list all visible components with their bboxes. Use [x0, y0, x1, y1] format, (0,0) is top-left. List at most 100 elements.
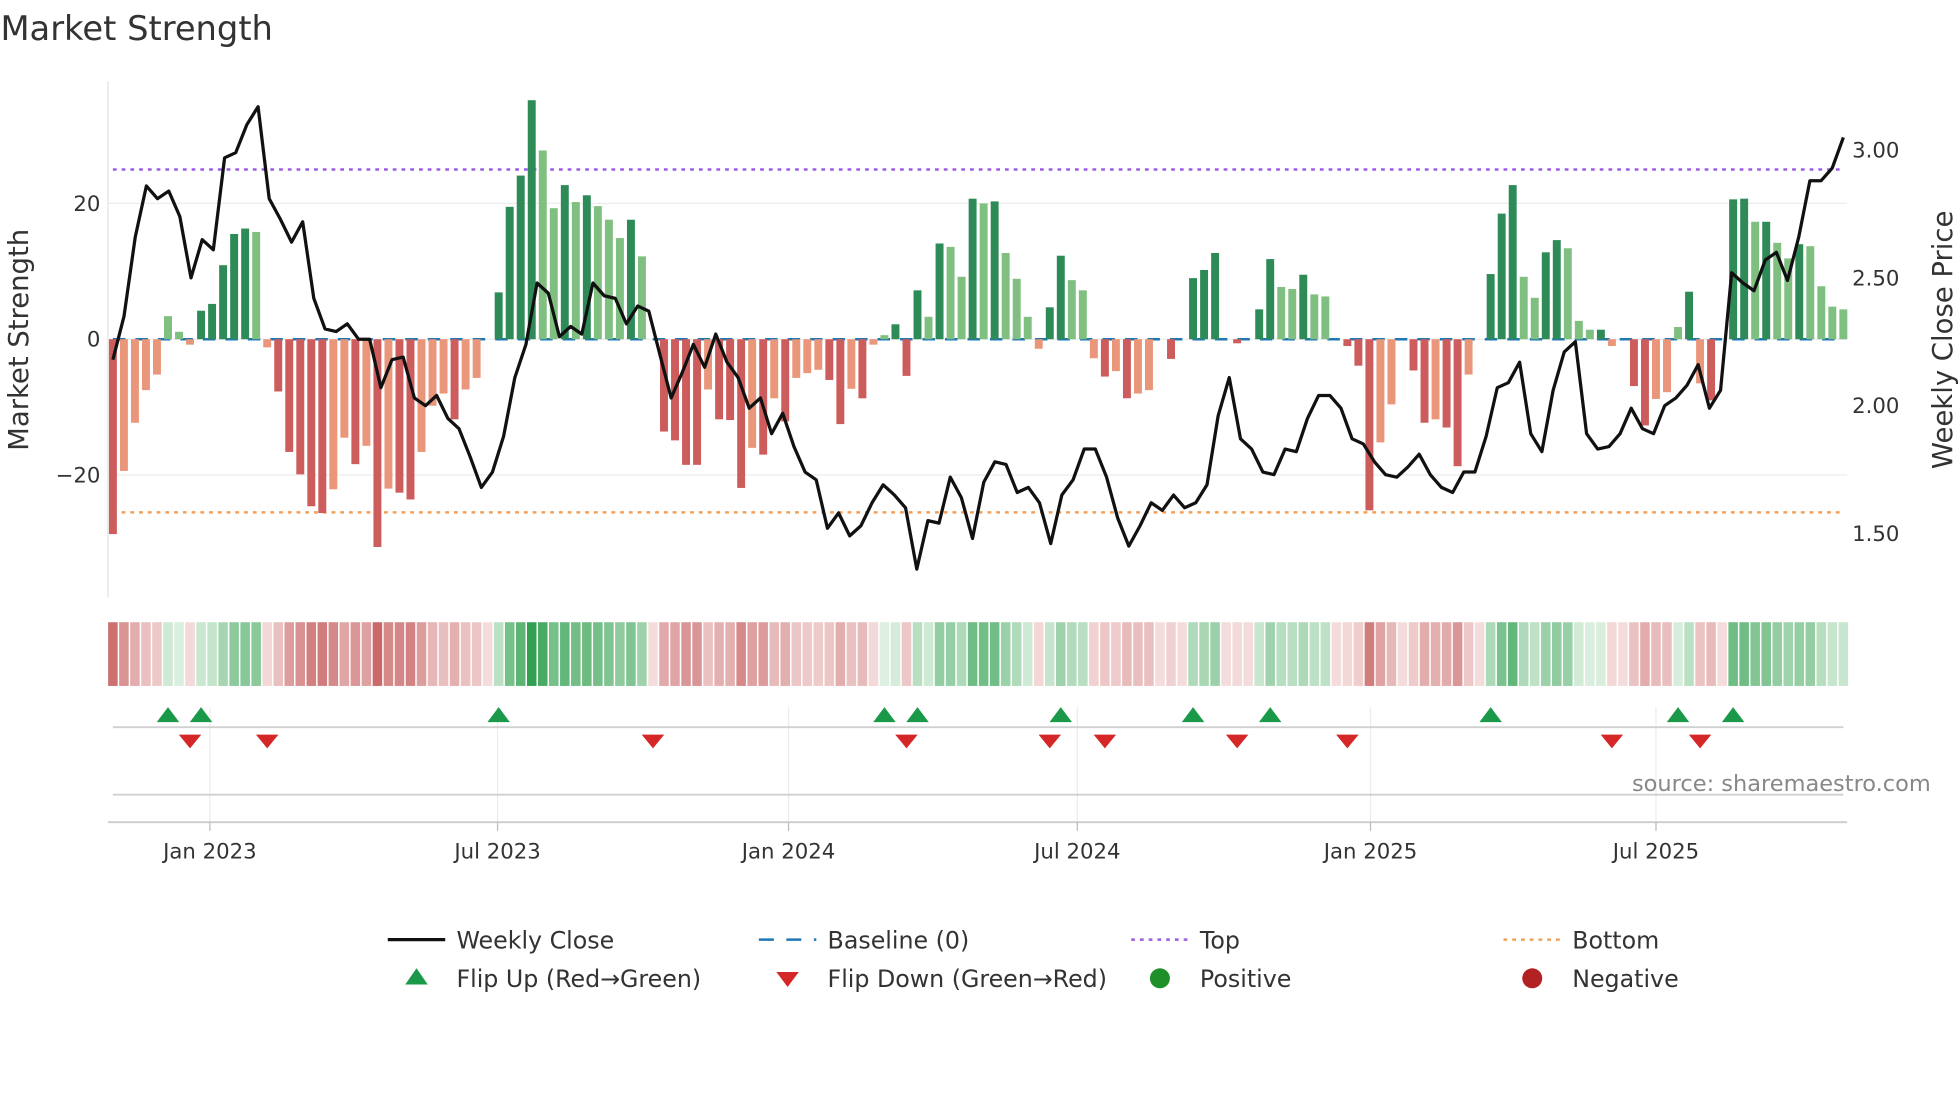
strip-cell — [1144, 622, 1154, 686]
strength-bar — [1255, 309, 1264, 340]
strip-cell — [1320, 622, 1331, 686]
strength-bar — [637, 256, 646, 340]
strip-cell — [1783, 622, 1794, 686]
level-lines — [112, 168, 1844, 514]
strip-cell — [560, 622, 570, 686]
weekly-close-line — [111, 105, 1845, 571]
strip-cell — [1430, 622, 1441, 686]
strength-bar — [1277, 286, 1286, 340]
strip-cell — [1552, 622, 1562, 686]
strength-bar — [1585, 329, 1594, 340]
strip-cell — [615, 622, 625, 686]
strength-bar — [252, 231, 261, 340]
strength-bar — [1839, 309, 1848, 340]
strip-cell — [934, 622, 945, 686]
strip-cell — [1596, 622, 1606, 686]
y-axis-label: Market Strength — [3, 229, 35, 451]
strength-bar — [1640, 339, 1649, 426]
strip-cell — [1276, 622, 1286, 686]
strength-bar — [230, 233, 239, 340]
strength-bar — [1552, 240, 1561, 340]
strength-bar — [1530, 297, 1539, 340]
strip-cell — [1022, 622, 1033, 686]
strength-bar — [538, 150, 547, 340]
strip-cell — [218, 622, 228, 686]
strip-cell — [350, 622, 361, 686]
strip-cell — [1067, 622, 1077, 686]
strip-cell — [1574, 622, 1584, 686]
flip-up-marker — [1258, 707, 1282, 723]
strip-cell — [383, 622, 394, 686]
strip-cell — [901, 622, 912, 686]
strength-bar — [516, 175, 525, 340]
strip-cell — [1045, 622, 1055, 686]
strip-cell — [989, 622, 1000, 686]
strip-cell — [1772, 622, 1782, 686]
strength-bar — [946, 246, 955, 340]
flip-up-marker — [1666, 707, 1690, 723]
y2-tick-label: 1.50 — [1852, 522, 1899, 547]
strip-cell — [416, 622, 427, 686]
strip-cell — [537, 622, 548, 686]
strip-cell — [769, 622, 779, 686]
strip-cell — [1011, 622, 1022, 686]
strength-bar — [1354, 339, 1363, 366]
strength-bar — [990, 201, 999, 340]
strip-cell — [1805, 622, 1816, 686]
strength-bar — [362, 339, 371, 446]
strip-cell — [361, 622, 372, 686]
strength-bar — [1707, 339, 1716, 401]
strength-bar — [1574, 320, 1583, 340]
strip-cell — [659, 622, 669, 686]
strength-bar — [505, 206, 514, 340]
strength-bar — [1122, 339, 1131, 399]
legend-baseline-0-label: Baseline (0) — [828, 926, 970, 954]
market-strength-chart: Market Strength 20 0 −20 3.00 2.50 2.00 1.50 Ja… — [0, 9, 1959, 993]
strip-cell — [758, 622, 768, 686]
strip-cell — [824, 622, 835, 686]
strip-cell — [1529, 622, 1540, 686]
strength-bar — [792, 339, 801, 378]
strength-bar — [1420, 339, 1429, 423]
flip-up-marker — [1721, 707, 1745, 723]
strength-bar — [1828, 306, 1837, 340]
strength-bar — [1100, 339, 1109, 377]
strength-bar — [263, 339, 272, 348]
strength-bar — [1442, 339, 1451, 428]
strip-cell — [1563, 622, 1573, 686]
strength-bar — [153, 339, 161, 375]
strength-bar — [1111, 339, 1120, 372]
strength-bar — [869, 339, 878, 345]
strip-cell — [141, 622, 151, 686]
strip-cell — [1651, 622, 1661, 686]
strength-bar — [241, 228, 250, 340]
x-tick-label: Jan 2023 — [161, 839, 257, 864]
strength-bar — [1409, 339, 1418, 371]
strip-cell — [1463, 622, 1474, 686]
strength-bar — [781, 339, 790, 422]
strip-cell — [1838, 622, 1849, 686]
strip-cell — [1419, 622, 1430, 686]
strength-bar — [296, 339, 305, 475]
legend-flip-up-red-green-label: Flip Up (Red→Green) — [456, 965, 701, 993]
strength-bar — [891, 324, 900, 340]
strength-bar — [1674, 326, 1682, 340]
strength-bar — [913, 290, 922, 340]
flip-down-marker — [641, 734, 665, 749]
strength-bar — [1167, 339, 1175, 359]
strip-cell — [681, 622, 691, 686]
strip-cell — [1386, 622, 1397, 686]
strength-bar — [1145, 339, 1153, 391]
strip-cell — [1695, 622, 1705, 686]
flip-down-marker — [1038, 734, 1062, 749]
strip-cell — [449, 622, 460, 686]
strength-bar — [1596, 329, 1605, 340]
strip-cell — [251, 622, 261, 686]
x-tick-label: Jan 2024 — [740, 839, 836, 864]
strip-cell — [460, 622, 471, 686]
strip-cell — [1232, 622, 1242, 686]
strip-cell — [394, 622, 405, 686]
strip-cell — [108, 622, 118, 686]
y2-tick-label: 2.00 — [1852, 394, 1899, 419]
strip-cell — [1662, 622, 1672, 686]
